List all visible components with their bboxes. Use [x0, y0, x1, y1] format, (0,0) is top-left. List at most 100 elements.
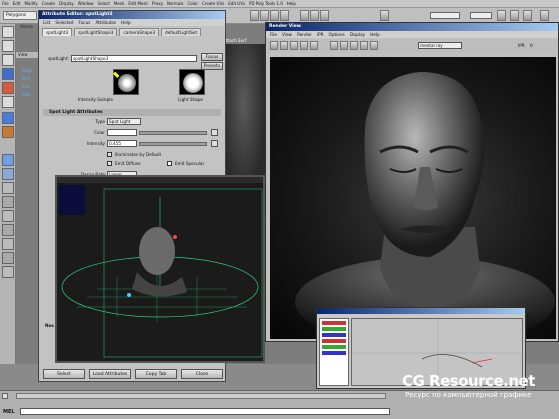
emit-diffuse-checkbox[interactable]: ✓	[107, 161, 112, 166]
rendered-image[interactable]	[270, 57, 556, 339]
attr-tab[interactable]: spotLightShape3	[74, 28, 118, 36]
copy-tab-button[interactable]: Copy Tab	[135, 369, 177, 379]
main-menu-item[interactable]: Edit Mesh	[128, 1, 148, 6]
layers-icon[interactable]	[540, 10, 549, 21]
main-menu-item[interactable]: Create	[42, 1, 55, 6]
uv-layout-icon[interactable]	[2, 238, 14, 250]
attr-menu-item[interactable]: Help	[121, 19, 131, 26]
scale-tool-icon[interactable]	[2, 96, 14, 108]
snap-curve-icon[interactable]	[260, 10, 269, 21]
mode-selector[interactable]: Polygons	[3, 11, 37, 20]
last-tool-icon[interactable]	[2, 126, 14, 138]
attribute-editor-title[interactable]: Attribute Editor: spotLight3	[39, 11, 225, 19]
spot-light-attributes-header[interactable]: Spot Light Attributes	[43, 109, 221, 116]
graph-editor-title[interactable]	[317, 308, 525, 314]
render-menu-item[interactable]: Help	[370, 31, 380, 38]
snap-plane-icon[interactable]	[280, 10, 289, 21]
hypershade-layout-icon[interactable]	[2, 210, 14, 222]
ipr-render-icon[interactable]	[310, 10, 319, 21]
main-menu-item[interactable]: Window	[78, 1, 94, 6]
time-slider[interactable]	[16, 393, 386, 399]
main-menu-item[interactable]: Color	[188, 1, 198, 6]
load-attributes-button[interactable]: Load Attributes	[89, 369, 131, 379]
render-view-title[interactable]: Render View	[266, 23, 558, 31]
render-menu-item[interactable]: Display	[350, 31, 365, 38]
command-line-input[interactable]	[20, 408, 390, 415]
move-tool-icon[interactable]	[2, 68, 14, 80]
attr-tab[interactable]: cameraShape3	[119, 28, 160, 36]
refresh-icon[interactable]	[290, 41, 298, 50]
keep-image-icon[interactable]	[360, 41, 368, 50]
paint-tool-icon[interactable]	[2, 54, 14, 66]
renderer-dropdown[interactable]: mental ray	[418, 42, 462, 49]
render-menu-item[interactable]: Options	[329, 31, 345, 38]
size-icon[interactable]	[350, 41, 358, 50]
main-menu-item[interactable]: PD Poly Tools 1.0	[249, 1, 283, 6]
intensity-map-icon[interactable]	[211, 140, 218, 147]
timeline-start-icon[interactable]	[2, 393, 8, 399]
attr-menu-item[interactable]: Selected	[55, 19, 73, 26]
node-name-field[interactable]: spotLightShape3	[71, 55, 197, 62]
main-menu-item[interactable]: Edit	[13, 1, 21, 6]
render-layout-icon[interactable]	[2, 252, 14, 264]
main-menu-item[interactable]: Normals	[167, 1, 184, 6]
render-menu-item[interactable]: File	[270, 31, 277, 38]
illuminates-checkbox[interactable]: ✓	[107, 152, 112, 157]
color-map-icon[interactable]	[211, 129, 218, 136]
tool-settings-icon[interactable]	[523, 10, 532, 21]
intensity-field[interactable]: 0.455	[107, 140, 137, 147]
attr-tab[interactable]: defaultLightSet	[161, 28, 202, 36]
redo-render-icon[interactable]	[270, 41, 278, 50]
render-menu-item[interactable]: IPR	[317, 31, 324, 38]
channel-box-icon[interactable]	[497, 10, 506, 21]
graph-outliner[interactable]	[319, 318, 349, 386]
attr-menu-item[interactable]: List	[43, 19, 50, 26]
light-manipulator[interactable]	[173, 235, 177, 239]
attr-menu-item[interactable]: Focus	[78, 19, 90, 26]
graph-layout-icon[interactable]	[2, 196, 14, 208]
light-locator[interactable]	[127, 293, 131, 297]
rgb-channel-icon[interactable]	[330, 41, 338, 50]
snap-point-icon[interactable]	[270, 10, 279, 21]
render-region-icon[interactable]	[300, 41, 308, 50]
numeric-input[interactable]	[430, 12, 460, 19]
render-icon[interactable]	[300, 10, 309, 21]
main-menu-item[interactable]: Display	[59, 1, 74, 6]
type-dropdown[interactable]: Spot Light	[107, 118, 141, 125]
intensity-slider[interactable]	[139, 142, 207, 146]
main-menu-item[interactable]: Help	[287, 1, 296, 6]
manipulator-tool-icon[interactable]	[2, 112, 14, 124]
attr-tab[interactable]: spotLight3	[42, 28, 73, 36]
history-icon[interactable]	[380, 10, 389, 21]
panel-menu-view[interactable]: View	[16, 52, 38, 58]
render-settings-icon[interactable]	[320, 10, 329, 21]
four-view-layout-icon[interactable]	[2, 168, 14, 180]
alpha-channel-icon[interactable]	[340, 41, 348, 50]
focus-button[interactable]: Focus	[201, 53, 223, 61]
single-perspective-layout-icon[interactable]	[2, 154, 14, 166]
outliner-layout-icon[interactable]	[2, 182, 14, 194]
lasso-tool-icon[interactable]	[2, 40, 14, 52]
snap-grid-icon[interactable]	[250, 10, 259, 21]
main-menu-item[interactable]: Select	[98, 1, 110, 6]
emit-specular-checkbox[interactable]	[167, 161, 172, 166]
ipr-icon[interactable]	[280, 41, 288, 50]
color-slider[interactable]	[139, 131, 207, 135]
attribute-editor-icon[interactable]	[510, 10, 519, 21]
main-menu-item[interactable]: Create UVs	[202, 1, 224, 6]
main-menu-item[interactable]: Modify	[24, 1, 37, 6]
close-button[interactable]: Close	[181, 369, 223, 379]
main-menu-item[interactable]: Proxy	[152, 1, 163, 6]
main-menu-item[interactable]: Mesh	[114, 1, 125, 6]
custom-layout-icon[interactable]	[2, 224, 14, 236]
remove-image-icon[interactable]	[370, 41, 378, 50]
script-layout-icon[interactable]	[2, 266, 14, 278]
numeric-input-2[interactable]	[470, 12, 492, 19]
select-button[interactable]: Select	[43, 369, 85, 379]
rotate-tool-icon[interactable]	[2, 82, 14, 94]
attr-menu-item[interactable]: Attributes	[95, 19, 116, 26]
color-swatch[interactable]	[107, 129, 137, 136]
main-menu-item[interactable]: Edit UVs	[228, 1, 245, 6]
select-tool-icon[interactable]	[2, 26, 14, 38]
perspective-viewport-window[interactable]	[55, 175, 265, 363]
